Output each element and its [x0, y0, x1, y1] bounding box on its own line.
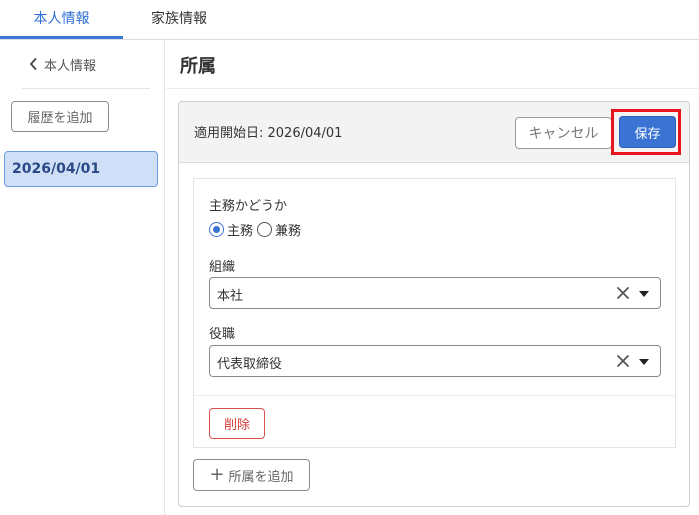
- organization-select[interactable]: 本社: [209, 277, 661, 309]
- main-duty-radio-group: 主務 兼務: [209, 220, 305, 239]
- delete-button[interactable]: 削除: [209, 408, 265, 439]
- caret-down-icon[interactable]: [639, 291, 649, 297]
- history-item-selected[interactable]: 2026/04/01: [4, 151, 158, 187]
- cancel-button[interactable]: キャンセル: [515, 117, 612, 149]
- form-divider: [194, 395, 675, 396]
- radio-checked-icon: [209, 222, 224, 237]
- clear-icon[interactable]: [616, 286, 630, 300]
- affiliation-card: 適用開始日: 2026/04/01 キャンセル 保存 主務かどうか 主務 兼務 …: [178, 101, 690, 507]
- plus-icon: +: [209, 464, 225, 485]
- radio-main-duty-label: 主務: [227, 224, 254, 239]
- sidebar: 本人情報 履歴を追加 2026/04/01: [0, 40, 165, 515]
- top-tab-bar: 本人情報 家族情報: [0, 0, 699, 40]
- radio-unchecked-icon: [257, 222, 273, 237]
- add-affiliation-button[interactable]: + 所属を追加: [193, 459, 310, 491]
- back-link-label: 本人情報: [44, 58, 97, 74]
- main-duty-label: 主務かどうか: [209, 199, 288, 214]
- title-divider: [166, 88, 699, 89]
- radio-main-duty[interactable]: 主務: [209, 220, 253, 239]
- organization-label: 組織: [209, 260, 236, 275]
- affiliation-form: 主務かどうか 主務 兼務 組織 本社 役職 代表取締役 削除: [193, 178, 676, 448]
- save-button[interactable]: 保存: [619, 116, 676, 148]
- radio-concurrent-duty[interactable]: 兼務: [257, 220, 301, 239]
- position-select[interactable]: 代表取締役: [209, 345, 661, 377]
- tab-family-info[interactable]: 家族情報: [123, 0, 235, 39]
- add-history-button[interactable]: 履歴を追加: [11, 101, 109, 132]
- position-label: 役職: [209, 327, 236, 342]
- organization-value: 本社: [217, 289, 244, 304]
- chevron-left-icon: [30, 58, 37, 70]
- start-date-label: 適用開始日: 2026/04/01: [194, 126, 343, 141]
- tab-personal-info[interactable]: 本人情報: [0, 0, 123, 39]
- back-link[interactable]: 本人情報: [28, 53, 96, 75]
- caret-down-icon[interactable]: [639, 359, 649, 365]
- sidebar-divider: [22, 88, 150, 89]
- page-title: 所属: [180, 56, 216, 77]
- card-header: 適用開始日: 2026/04/01 キャンセル 保存: [179, 102, 689, 163]
- radio-concurrent-duty-label: 兼務: [275, 224, 302, 239]
- add-affiliation-label: 所属を追加: [228, 469, 294, 485]
- position-value: 代表取締役: [217, 357, 283, 372]
- clear-icon[interactable]: [616, 354, 630, 368]
